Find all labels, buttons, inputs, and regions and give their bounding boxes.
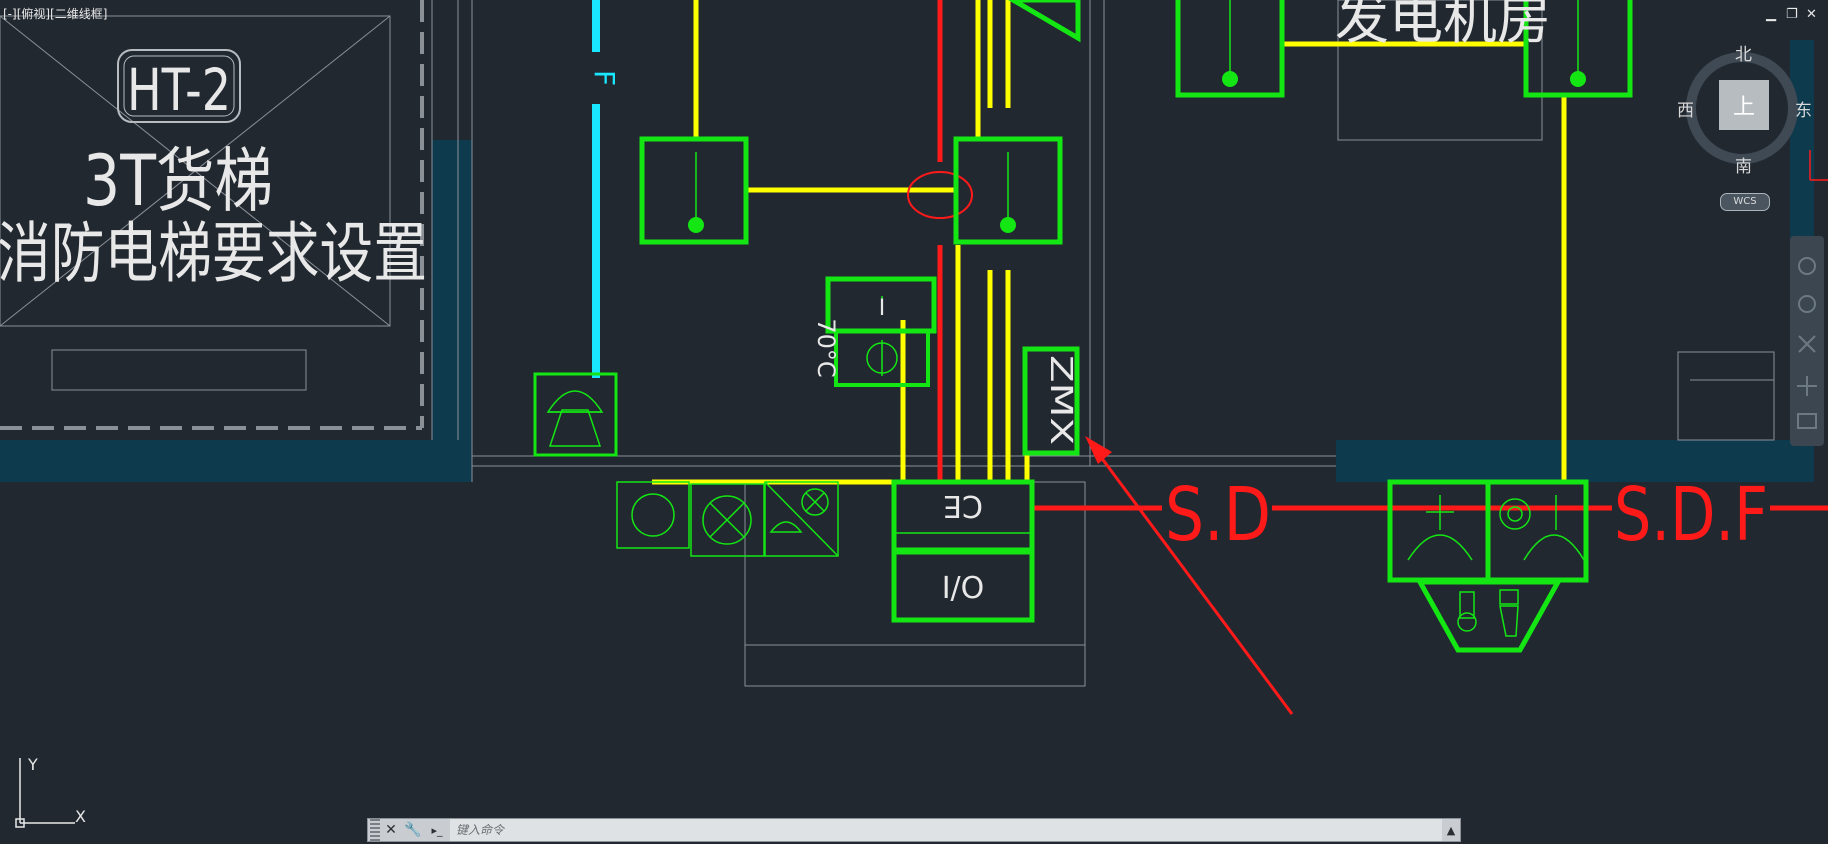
yellow-wiring (652, 0, 1567, 485)
wall-band-left (0, 440, 472, 482)
command-line-grip[interactable] (370, 819, 380, 841)
sdf-label: S.D.F (1614, 472, 1768, 558)
command-close-icon[interactable]: ✕ (380, 819, 402, 841)
alarm-bell-housing (1415, 579, 1563, 653)
wcs-menu[interactable]: WCS (1720, 193, 1770, 211)
room-label: 发电机房 (1335, 0, 1551, 51)
compass-south[interactable]: 南 (1735, 152, 1752, 177)
green-dots (688, 71, 1586, 233)
box-io-label: I/O (942, 571, 985, 606)
command-prompt-icon[interactable]: ▸_ (424, 819, 450, 841)
viewcube[interactable]: 上 北 南 西 东 (1677, 44, 1812, 194)
drawing-canvas[interactable]: HT-2 3T货梯 消防电梯要求设置 F S.D S.D.F I ZMX CE … (0, 0, 1828, 844)
alarm-box-left (1387, 479, 1491, 583)
elevator-note: 消防电梯要求设置 (0, 215, 427, 292)
navigation-bar[interactable] (1790, 236, 1824, 446)
command-expand-icon[interactable]: ▲ (1442, 824, 1460, 837)
elevator-name: 3T货梯 (83, 140, 273, 222)
f-label: F (588, 70, 621, 86)
navigation-bar-icons[interactable] (1790, 236, 1824, 446)
alarm-bell-details (1457, 589, 1519, 637)
sd-label: S.D (1165, 472, 1271, 558)
ucs-icon (15, 758, 75, 828)
compass-east[interactable]: 东 (1795, 96, 1812, 121)
box-zmx-label: ZMX (1043, 355, 1078, 445)
box-i-label: I (879, 296, 886, 321)
alarm-box-right (1485, 479, 1589, 583)
green-equipment (533, 0, 1633, 623)
elevator-shaft: HT-2 3T货梯 消防电梯要求设置 (0, 0, 427, 430)
restore-icon[interactable]: ❐ (1786, 8, 1798, 21)
yellow-wedge (1008, 0, 1081, 43)
wall-band-left-vertical (432, 140, 472, 440)
ucs-x-label: X (75, 807, 86, 826)
minimize-icon[interactable]: ▁ (1766, 8, 1776, 21)
close-icon[interactable]: ✕ (1806, 8, 1817, 21)
compass-west[interactable]: 西 (1677, 96, 1694, 121)
command-line: ✕ 🔧 ▸_ ▲ (367, 818, 1461, 842)
command-settings-icon[interactable]: 🔧 (402, 819, 424, 841)
box-ce-label: CE (943, 488, 983, 523)
viewcube-face-top[interactable]: 上 (1719, 80, 1769, 130)
ucs-y-label: Y (27, 755, 38, 774)
viewport-controls-label[interactable]: [-][俯视][二维线框] (3, 5, 107, 22)
compass-north[interactable]: 北 (1735, 40, 1752, 65)
command-input[interactable] (450, 819, 1442, 841)
phone-box (533, 372, 618, 457)
elevator-tag: HT-2 (127, 56, 231, 124)
temp-label: 70°C (812, 318, 840, 377)
